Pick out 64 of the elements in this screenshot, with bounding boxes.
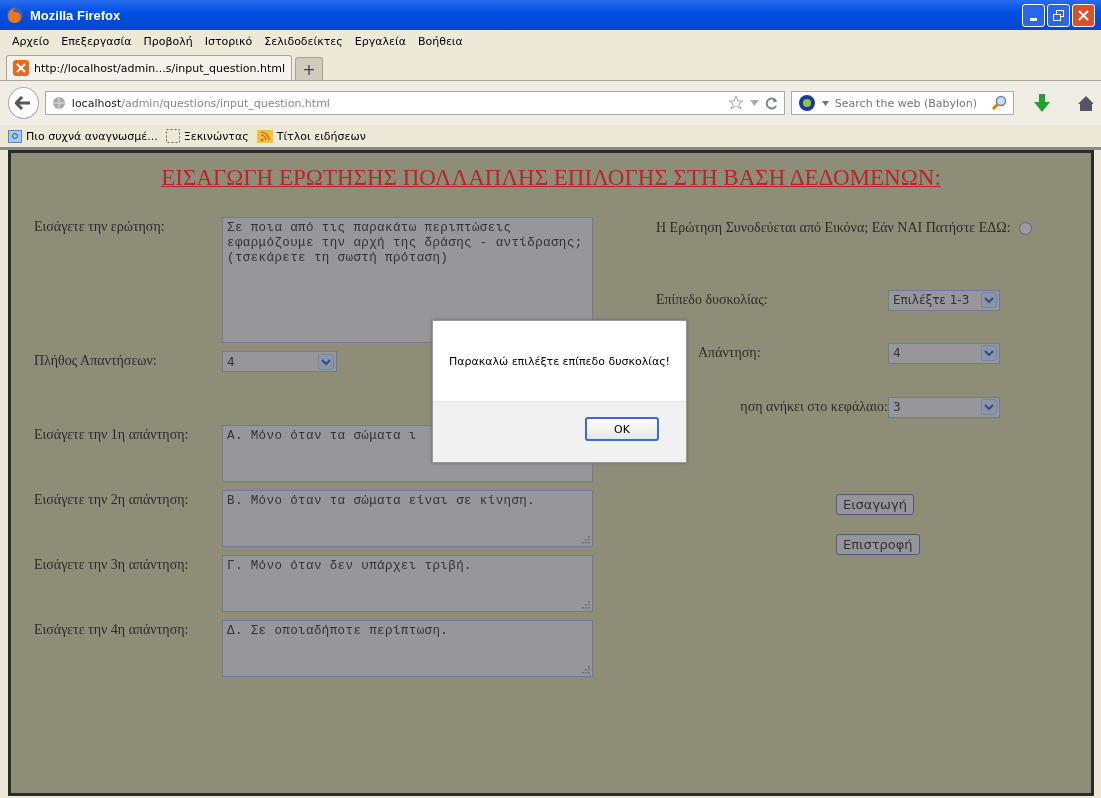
menu-item[interactable]: Επεξεργασία: [61, 34, 132, 48]
field-label: Πλήθος Απαντήσεων:: [34, 352, 158, 369]
restore-button[interactable]: [1047, 3, 1070, 27]
menu-item[interactable]: Ιστορικό: [204, 34, 253, 48]
bookmark-item[interactable]: Τίτλοι ειδήσεων: [256, 129, 366, 143]
browser-logo-icon: [6, 6, 24, 24]
field-label: Εισάγετε την 2η απάντηση:: [34, 491, 190, 508]
home-icon[interactable]: [1077, 95, 1093, 111]
ok-button[interactable]: OK: [585, 417, 659, 441]
close-button[interactable]: [1072, 3, 1095, 27]
menu-item[interactable]: Προβολή: [143, 34, 193, 48]
server-icon: [13, 60, 29, 76]
dropdown-triangle-icon[interactable]: [749, 100, 759, 106]
reload-icon[interactable]: [764, 96, 778, 110]
field-label: Εισάγετε την 4η απάντηση:: [34, 621, 190, 638]
search-icon[interactable]: [991, 95, 1008, 111]
browser-tab[interactable]: http://localhost/admin...s/input_question.html: [6, 55, 293, 80]
field-label: Επίπεδο δυσκολίας:: [656, 292, 769, 308]
new-tab-button[interactable]: +: [295, 57, 324, 80]
search-engine-icon: [797, 94, 816, 112]
resize-grip-icon[interactable]: [582, 601, 590, 609]
question-textarea[interactable]: Σε ποια από τις παρακάτω περιπτώσεις εφαρμόζουμε την αρχή της δράσης - αντίδρασης; (τσεκάρετε τη σωστή πρόταση): [222, 217, 593, 343]
resize-grip-icon[interactable]: [582, 536, 590, 544]
field-label: Απάντηση:: [697, 345, 762, 361]
download-arrow-icon[interactable]: [1034, 94, 1050, 112]
bookmark-item[interactable]: Ξεκινώντας: [165, 129, 249, 143]
field-label: ηση ανήκει στο κεφάλαιο:: [739, 399, 888, 415]
form-button[interactable]: Επιστροφή: [836, 534, 920, 555]
dropdown[interactable]: Επιλέξτε 1-3: [888, 289, 1000, 311]
field-label: Η Ερώτηση Συνοδεύεται από Εικόνα; Εάν ΝΑΙ Πατήστε ΕΔΩ:: [656, 220, 1011, 236]
dialog-message: Παρακαλώ επιλέξτε επίπεδο δυσκολίας!: [448, 354, 671, 368]
restore-icon: [1053, 9, 1064, 21]
minimize-button[interactable]: [1022, 3, 1045, 27]
radio-button[interactable]: [1018, 221, 1032, 235]
menu-item[interactable]: Σελιδοδείκτες: [264, 34, 343, 48]
field-label: Εισάγετε την 3η απάντηση:: [34, 556, 190, 573]
address-field[interactable]: localhost/admin/questions/input_question.html: [44, 91, 785, 115]
window-title: Mozilla Firefox: [30, 7, 121, 23]
search-folder-icon: [8, 129, 22, 143]
dashed-square-icon: [165, 129, 180, 143]
dropdown-triangle-icon[interactable]: [821, 100, 829, 106]
resize-grip-icon[interactable]: [582, 666, 590, 674]
field-label: Εισάγετε την 1η απάντηση:: [34, 426, 190, 443]
close-icon: [1078, 9, 1089, 21]
search-field[interactable]: Search the web (Babylon): [790, 91, 1015, 115]
answer-textarea[interactable]: Δ. Σε οποιαδήποτε περίπτωση.: [222, 620, 593, 677]
page-heading: ΕΙΣΑΓΩΓΗ ΕΡΩΤΗΣΗΣ ΠΟΛΛΑΠΛΗΣ ΕΠΙΛΟΓΗΣ ΣΤΗ ΒΑΣΗ ΔΕΔΟΜΕΝΩΝ:: [161, 165, 941, 190]
form-button[interactable]: Εισαγωγή: [836, 494, 914, 515]
menu-item[interactable]: Εργαλεία: [354, 34, 406, 48]
menu-item[interactable]: Βοήθεια: [417, 34, 463, 48]
globe-icon: [51, 96, 66, 110]
dropdown[interactable]: 3: [888, 396, 1000, 418]
back-button[interactable]: [8, 87, 39, 119]
dropdown[interactable]: 4: [222, 351, 337, 372]
field-label: Εισάγετε την ερώτηση:: [34, 218, 166, 235]
answer-textarea[interactable]: Β. Μόνο όταν τα σώματα είναι σε κίνηση.: [222, 490, 593, 547]
star-icon[interactable]: [727, 95, 744, 111]
bookmark-item[interactable]: Πιο συχνά αναγνωσμέ...: [8, 129, 158, 143]
menu-item[interactable]: Αρχείο: [12, 34, 50, 48]
rss-folder-icon: [256, 129, 273, 143]
minimize-icon: [1030, 17, 1037, 21]
dropdown[interactable]: 4: [888, 342, 1000, 364]
answer-textarea[interactable]: Γ. Μόνο όταν δεν υπάρχει τριβή.: [222, 555, 593, 612]
back-arrow-icon: [15, 96, 32, 110]
